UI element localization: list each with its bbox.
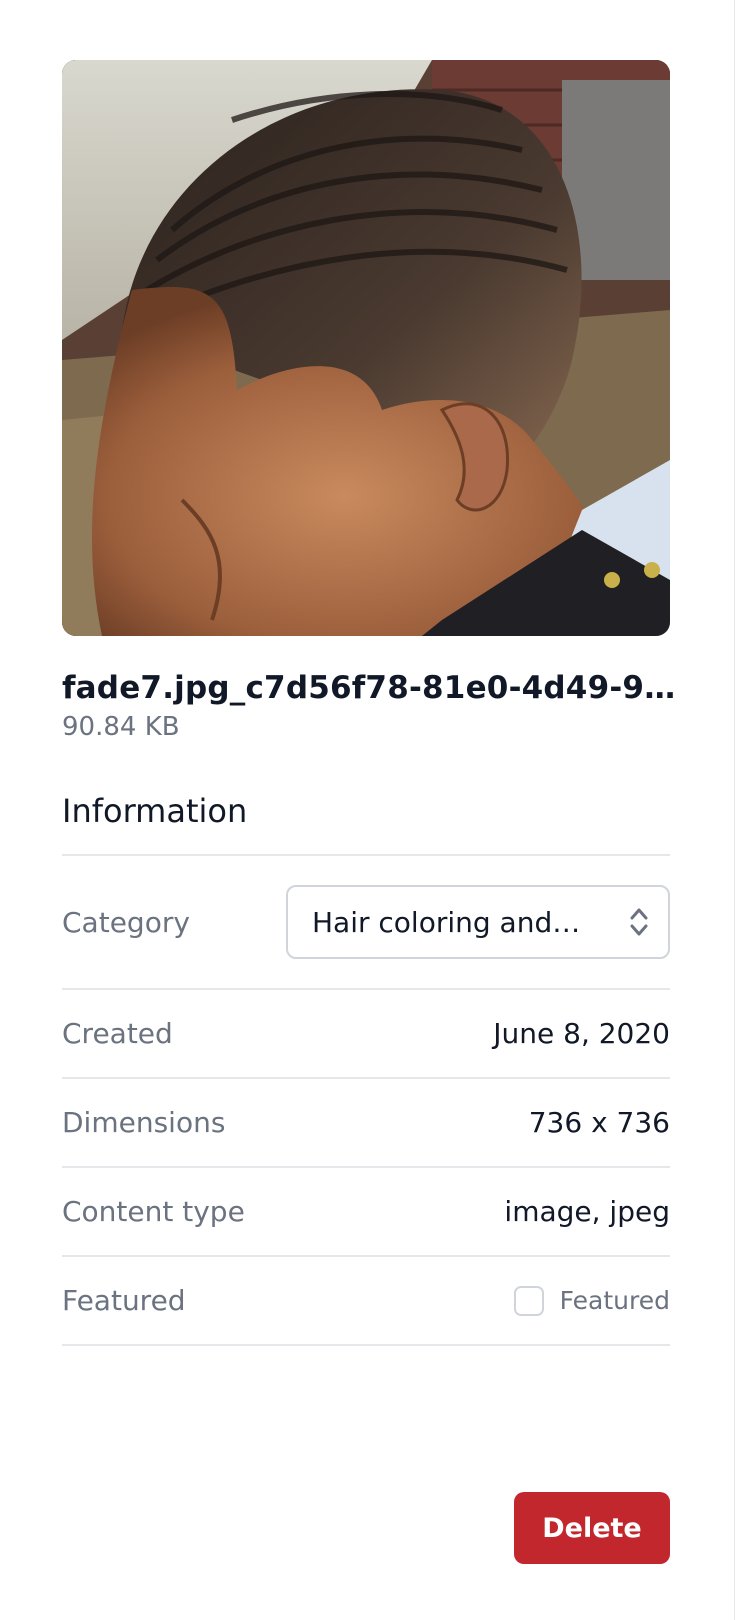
- created-label: Created: [62, 1017, 173, 1050]
- information-heading: Information: [62, 792, 670, 856]
- haircut-photo: [62, 60, 670, 636]
- dimensions-label: Dimensions: [62, 1106, 226, 1139]
- panel-content: fade7.jpg_c7d56f78-81e0-4d49-970d-… 90.8…: [62, 60, 690, 1346]
- delete-button[interactable]: Delete: [514, 1492, 670, 1564]
- chevron-up-down-icon: [630, 908, 648, 936]
- content-type-row: Content type image, jpeg: [62, 1168, 670, 1257]
- featured-checkbox[interactable]: [513, 1285, 544, 1316]
- created-row: Created June 8, 2020: [62, 990, 670, 1079]
- file-name: fade7.jpg_c7d56f78-81e0-4d49-970d-…: [62, 670, 690, 706]
- featured-label: Featured: [62, 1284, 186, 1317]
- category-row: Category Hair coloring and …: [62, 856, 670, 990]
- dimensions-row: Dimensions 736 x 736: [62, 1079, 670, 1168]
- dimensions-value: 736 x 736: [528, 1106, 670, 1139]
- category-selected-value: Hair coloring and …: [312, 905, 582, 939]
- featured-checkbox-label[interactable]: Featured: [560, 1286, 670, 1315]
- content-type-label: Content type: [62, 1195, 245, 1228]
- content-type-value: image, jpeg: [504, 1195, 670, 1228]
- category-select[interactable]: Hair coloring and …: [286, 885, 670, 959]
- image-preview: [62, 60, 670, 636]
- file-size: 90.84 KB: [62, 712, 180, 742]
- featured-toggle[interactable]: Featured: [513, 1285, 670, 1316]
- file-details-panel: fade7.jpg_c7d56f78-81e0-4d49-970d-… 90.8…: [0, 0, 735, 1620]
- category-label: Category: [62, 905, 190, 939]
- created-value: June 8, 2020: [493, 1017, 670, 1050]
- featured-row: Featured Featured: [62, 1257, 670, 1346]
